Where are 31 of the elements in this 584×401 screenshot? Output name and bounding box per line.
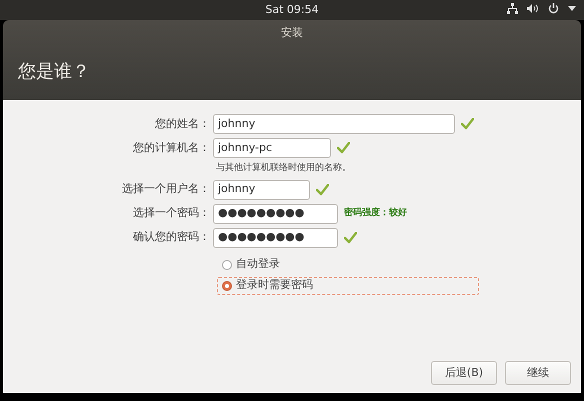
clock[interactable]: Sat 09:54 xyxy=(265,2,319,18)
nav-button[interactable]: 后退(B) xyxy=(431,361,497,385)
check-icon xyxy=(337,142,350,154)
check-icon xyxy=(461,118,474,130)
radio-option[interactable]: 登录时需要密码 xyxy=(217,276,479,294)
field-label: 确认您的密码： xyxy=(132,229,211,246)
volume-icon[interactable] xyxy=(527,3,539,14)
check-icon xyxy=(316,184,329,196)
radio-label: 登录时需要密码 xyxy=(236,277,313,294)
page-heading: 您是谁？ xyxy=(18,60,90,84)
text-field[interactable]: johnny xyxy=(213,180,310,200)
field-label: 选择一个用户名： xyxy=(121,181,211,198)
field-label: 您的姓名： xyxy=(154,116,211,132)
field-label: 选择一个密码： xyxy=(132,205,211,222)
caret-icon[interactable] xyxy=(568,6,576,11)
window-title: 安装 xyxy=(281,24,303,41)
text-field[interactable]: johnny xyxy=(213,114,455,134)
field-hint: 与其他计算机联络时使用的名称。 xyxy=(216,162,352,175)
check-icon xyxy=(344,232,357,244)
power-icon[interactable] xyxy=(548,3,559,14)
text-field[interactable]: johnny-pc xyxy=(213,138,331,158)
radio-button[interactable] xyxy=(222,280,232,290)
text-field[interactable]: ●●●●●●●●● xyxy=(213,204,338,224)
nav-button[interactable]: 继续 xyxy=(505,361,571,385)
password-strength: 密码强度：较好 xyxy=(344,206,407,220)
network-icon[interactable] xyxy=(507,3,518,14)
radio-label: 自动登录 xyxy=(236,256,280,272)
field-label: 您的计算机名： xyxy=(132,140,211,156)
radio-button[interactable] xyxy=(222,260,232,270)
text-field[interactable]: ●●●●●●●●● xyxy=(213,228,338,248)
radio-option[interactable]: 自动登录 xyxy=(217,256,479,274)
